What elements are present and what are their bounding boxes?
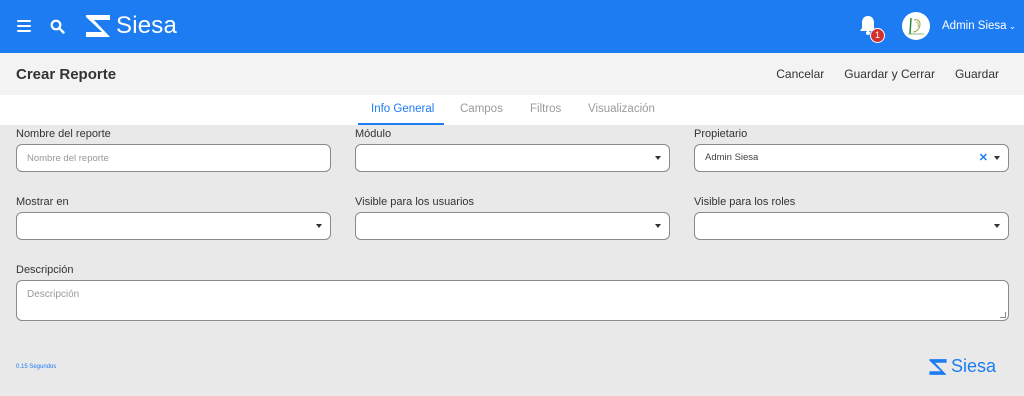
header-actions: Cancelar Guardar y Cerrar Guardar	[776, 67, 999, 81]
module-select[interactable]	[355, 144, 670, 172]
siesa-logo-icon	[929, 358, 947, 375]
avatar[interactable]	[902, 12, 930, 40]
tab-info-general[interactable]: Info General	[371, 103, 434, 115]
tab-bar: Info General Campos Filtros Visualizació…	[0, 95, 1024, 125]
top-navigation-bar: Siesa 1 Admin Siesa ⌄	[0, 0, 1024, 53]
logo-text: Siesa	[116, 12, 178, 39]
load-time-text: 0.15 Segundos	[16, 364, 57, 370]
show-in-select[interactable]	[16, 212, 331, 240]
show-in-label: Mostrar en	[16, 196, 69, 208]
description-label: Descripción	[16, 264, 74, 276]
description-textarea[interactable]: Descripción	[16, 280, 1009, 321]
notification-count-badge: 1	[870, 28, 885, 43]
visible-users-label: Visible para los usuarios	[355, 196, 475, 208]
company-logo-avatar	[908, 17, 924, 35]
dropdown-arrow-icon	[994, 224, 1000, 228]
dropdown-arrow-icon	[655, 156, 661, 160]
clear-icon[interactable]: ✕	[979, 152, 988, 164]
siesa-logo[interactable]: Siesa	[84, 12, 177, 40]
footer-siesa-logo: Siesa	[928, 356, 996, 377]
report-name-input[interactable]: Nombre del reporte	[16, 144, 331, 172]
report-form: Nombre del reporte Nombre del reporte Mó…	[0, 125, 1024, 396]
user-menu[interactable]: Admin Siesa ⌄	[942, 20, 1016, 32]
visible-roles-label: Visible para los roles	[694, 196, 796, 208]
dropdown-arrow-icon	[316, 224, 322, 228]
page-header: Crear Reporte Cancelar Guardar y Cerrar …	[0, 53, 1024, 95]
owner-value: Admin Siesa	[705, 152, 759, 163]
user-name-label: Admin Siesa	[942, 20, 1007, 32]
description-placeholder: Descripción	[27, 289, 80, 300]
tab-visualizacion[interactable]: Visualización	[588, 103, 655, 115]
save-button[interactable]: Guardar	[955, 67, 999, 81]
dropdown-arrow-icon	[655, 224, 661, 228]
dropdown-arrow-icon	[994, 156, 1000, 160]
report-name-label: Nombre del reporte	[16, 128, 111, 140]
report-name-placeholder: Nombre del reporte	[27, 153, 109, 164]
tab-filtros[interactable]: Filtros	[530, 103, 561, 115]
owner-select[interactable]: Admin Siesa ✕	[694, 144, 1009, 172]
page-title: Crear Reporte	[16, 66, 117, 83]
siesa-logo-icon	[86, 15, 110, 37]
hamburger-menu-icon[interactable]	[17, 20, 31, 32]
owner-label: Propietario	[694, 128, 748, 140]
footer-logo-text: Siesa	[951, 356, 997, 376]
search-icon[interactable]	[50, 19, 65, 34]
chevron-down-icon: ⌄	[1008, 21, 1017, 31]
save-and-close-button[interactable]: Guardar y Cerrar	[844, 67, 935, 81]
visible-users-select[interactable]	[355, 212, 670, 240]
cancel-button[interactable]: Cancelar	[776, 67, 824, 81]
tab-campos[interactable]: Campos	[460, 103, 503, 115]
resize-handle-icon[interactable]	[1000, 312, 1006, 318]
module-label: Módulo	[355, 128, 392, 140]
visible-roles-select[interactable]	[694, 212, 1009, 240]
